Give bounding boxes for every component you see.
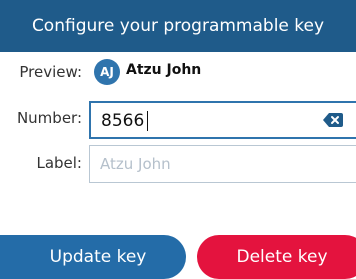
- avatar-initials: AJ: [100, 65, 114, 79]
- preview-label: Preview:: [19, 63, 82, 81]
- number-value: 8566: [101, 111, 145, 131]
- delete-key-label: Delete key: [236, 247, 328, 267]
- number-label: Number:: [16, 109, 82, 127]
- label-field-label: Label:: [36, 154, 82, 172]
- number-field[interactable]: 8566: [89, 101, 356, 139]
- avatar: AJ: [94, 59, 120, 85]
- dialog-title: Configure your programmable key: [31, 16, 325, 36]
- label-input[interactable]: Atzu John: [89, 145, 356, 183]
- preview-name: Atzu John: [126, 62, 202, 78]
- delete-key-button[interactable]: Delete key: [197, 235, 356, 279]
- dialog-header: Configure your programmable key: [0, 0, 356, 52]
- text-caret: [147, 111, 148, 131]
- update-key-label: Update key: [49, 247, 147, 267]
- backspace-clear-icon[interactable]: [323, 113, 343, 127]
- update-key-button[interactable]: Update key: [0, 235, 186, 279]
- label-placeholder: Atzu John: [100, 155, 171, 173]
